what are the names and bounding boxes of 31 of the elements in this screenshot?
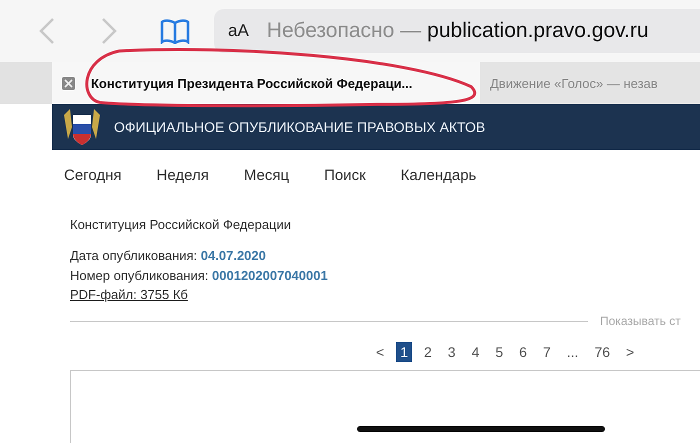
book-icon[interactable] <box>160 18 190 44</box>
pdf-link[interactable]: PDF-файл: 3755 Кб <box>70 286 188 304</box>
page-link[interactable]: 76 <box>590 342 614 362</box>
security-label: Небезопасно — <box>266 19 422 43</box>
document-field: Номер опубликования: 0001202007040001 <box>70 266 700 286</box>
nav-link[interactable]: Неделя <box>156 167 209 197</box>
nav-link[interactable]: Поиск <box>324 167 366 197</box>
nav-link[interactable]: Месяц <box>244 167 290 197</box>
address-bar[interactable]: aA Небезопасно — publication.pravo.gov.ru <box>214 9 700 53</box>
browser-tab[interactable]: Конституция Президента Российской Федераци... <box>52 62 480 104</box>
nav-link[interactable]: Сегодня <box>64 167 122 197</box>
page-link[interactable]: 1 <box>396 342 412 362</box>
close-icon[interactable] <box>62 76 75 90</box>
page-link[interactable]: 2 <box>420 342 436 362</box>
tab-title: Движение «Голос» — незав <box>490 76 658 90</box>
document-field: Дата опубликования: 04.07.2020 <box>70 246 700 266</box>
page-link[interactable]: 6 <box>515 342 531 362</box>
nav-link[interactable]: Календарь <box>400 167 476 197</box>
page-link[interactable]: 3 <box>444 342 460 362</box>
page-link[interactable]: 5 <box>491 342 508 362</box>
url-text: publication.pravo.gov.ru <box>427 19 649 43</box>
page-link[interactable]: 4 <box>468 342 484 362</box>
tab-title: Конституция Президента Российской Федераци... <box>91 76 412 90</box>
page-link[interactable]: ... <box>562 342 582 362</box>
site-title: ОФИЦИАЛЬНОЕ ОПУБЛИКОВАНИЕ ПРАВОВЫХ АКТОВ <box>114 119 486 135</box>
show-label: Показывать ст <box>600 314 681 328</box>
next-page-link[interactable]: > <box>622 342 638 362</box>
prev-page-link[interactable]: < <box>372 342 388 362</box>
page-link[interactable]: 7 <box>538 342 555 362</box>
document-title: Конституция Российской Федерации <box>70 217 292 232</box>
text-size-button[interactable]: aA <box>228 21 249 41</box>
